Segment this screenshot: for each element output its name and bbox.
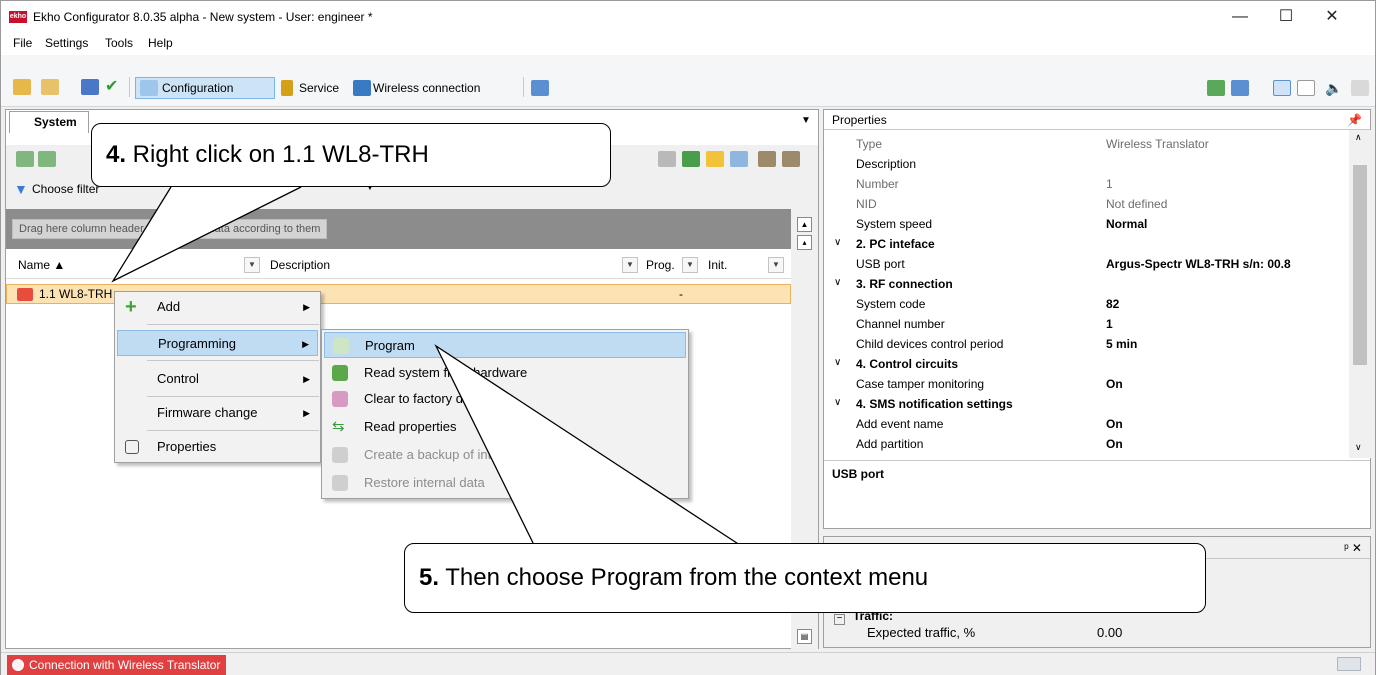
callout-step-4: 4. Right click on 1.1 WL8-TRH: [91, 123, 611, 187]
callout-4-text: Right click on 1.1 WL8-TRH: [126, 141, 429, 168]
callout-5-text: Then choose Program from the context men…: [439, 564, 929, 591]
app-window: ekho Ekho Configurator 8.0.35 alpha - Ne…: [0, 0, 1376, 675]
callout-4-pointer: [111, 186, 302, 283]
callout-5-number: 5.: [419, 564, 440, 591]
callout-4-number: 4.: [106, 141, 127, 168]
callout-step-5: 5. Then choose Program from the context …: [404, 543, 1206, 613]
callout-5-pointer: [434, 344, 747, 550]
